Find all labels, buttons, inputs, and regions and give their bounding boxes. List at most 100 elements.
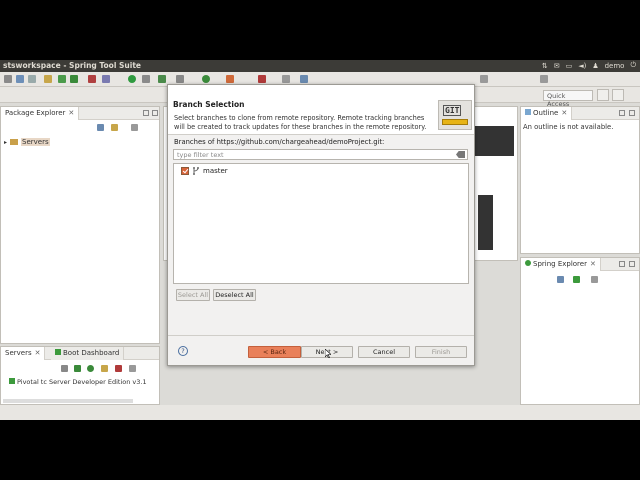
- finish-button[interactable]: Finish: [415, 346, 467, 358]
- servers-panel: Servers ✕ Boot Dashboard Pivotal tc Serve…: [0, 346, 160, 405]
- close-icon[interactable]: ✕: [561, 109, 567, 117]
- server-run-icon[interactable]: [87, 365, 94, 372]
- tab-servers[interactable]: Servers ✕: [1, 347, 46, 360]
- boot-icon[interactable]: [158, 75, 166, 83]
- view-menu-icon[interactable]: [131, 124, 138, 131]
- clear-filter-icon[interactable]: [456, 151, 465, 158]
- save-icon[interactable]: [16, 75, 24, 83]
- dialog-title: Branch Selection: [173, 100, 245, 109]
- new-class-icon[interactable]: [300, 75, 308, 83]
- branch-list: master: [173, 163, 469, 284]
- branch-row-master[interactable]: master: [181, 166, 228, 176]
- help-icon[interactable]: ?: [178, 346, 188, 356]
- server-menu-icon[interactable]: [129, 365, 136, 372]
- system-tray: ⇅ ✉ ▭ ◄) ♟ demo ⏻: [542, 61, 636, 70]
- servers-header: Servers ✕ Boot Dashboard: [1, 347, 159, 360]
- close-icon[interactable]: ✕: [68, 109, 74, 117]
- maximize-icon[interactable]: [629, 261, 635, 267]
- close-icon[interactable]: ✕: [35, 349, 41, 357]
- tree-item-label: Servers: [21, 138, 50, 146]
- open-type-icon[interactable]: [142, 75, 150, 83]
- maximize-icon[interactable]: [152, 110, 158, 116]
- volume-icon[interactable]: ◄): [578, 62, 586, 70]
- server-stop-icon[interactable]: [115, 365, 122, 372]
- package-icon[interactable]: [102, 75, 110, 83]
- close-icon[interactable]: ✕: [590, 260, 596, 268]
- spring-explorer-header: Spring Explorer ✕: [521, 258, 639, 271]
- tree-item-servers[interactable]: ▸ Servers: [4, 138, 50, 146]
- open-perspective-button[interactable]: [597, 89, 609, 101]
- nav-forward-icon[interactable]: [540, 75, 548, 83]
- run-last-icon[interactable]: [202, 75, 210, 83]
- tab-outline[interactable]: Outline ✕: [521, 107, 573, 120]
- battery-icon[interactable]: ▭: [566, 62, 573, 70]
- tab-package-explorer[interactable]: Package Explorer ✕: [1, 107, 80, 120]
- branch-checkbox[interactable]: [181, 167, 189, 175]
- boot-dashboard-tab-label: Boot Dashboard: [63, 349, 120, 357]
- branches-label: Branches of https://github.com/chargeahe…: [174, 138, 385, 146]
- title-bar: stsworkspace - Spring Tool Suite ⇅ ✉ ▭ ◄…: [0, 60, 640, 72]
- network-icon[interactable]: ⇅: [542, 62, 548, 70]
- spring-icon[interactable]: [128, 75, 136, 83]
- maximize-icon[interactable]: [629, 110, 635, 116]
- minimize-icon[interactable]: [619, 110, 625, 116]
- filter-icon[interactable]: [573, 276, 580, 283]
- back-button[interactable]: < Back: [248, 346, 301, 358]
- build-icon[interactable]: [44, 75, 52, 83]
- user-icon[interactable]: ♟: [592, 62, 598, 70]
- server-start-icon[interactable]: [74, 365, 81, 372]
- quick-access-input[interactable]: Quick Access: [543, 90, 593, 108]
- collapse-all-icon[interactable]: [557, 276, 564, 283]
- git-logo-icon: GIT: [438, 100, 472, 130]
- tools-icon[interactable]: [176, 75, 184, 83]
- server-debug-icon[interactable]: [61, 365, 68, 372]
- java-perspective-button[interactable]: [612, 89, 624, 101]
- filter-input[interactable]: type filter text: [173, 149, 468, 160]
- tab-spring-explorer[interactable]: Spring Explorer ✕: [521, 258, 601, 271]
- outline-message: An outline is not available.: [523, 123, 614, 131]
- outline-icon: [525, 109, 531, 115]
- editor-dark-strip: [478, 195, 493, 250]
- outline-tab-label: Outline: [533, 109, 559, 117]
- debug-icon[interactable]: [58, 75, 66, 83]
- expand-arrow-icon[interactable]: ▸: [4, 139, 7, 146]
- tab-boot-dashboard[interactable]: Boot Dashboard: [51, 347, 125, 360]
- server-icon: [9, 378, 15, 384]
- power-icon[interactable]: ⏻: [630, 61, 636, 70]
- select-all-button[interactable]: Select All: [176, 289, 210, 301]
- branch-icon: [192, 167, 200, 175]
- status-bar: [0, 405, 640, 420]
- stop-icon[interactable]: [88, 75, 96, 83]
- dialog-description: Select branches to clone from remote rep…: [174, 114, 427, 131]
- user-name[interactable]: demo: [605, 62, 625, 70]
- perspective-switcher: [597, 89, 624, 101]
- package-explorer-header: Package Explorer ✕: [1, 107, 159, 120]
- search-icon[interactable]: [282, 75, 290, 83]
- link-editor-icon[interactable]: [111, 124, 118, 131]
- minimize-icon[interactable]: [143, 110, 149, 116]
- outline-panel: Outline ✕ An outline is not available.: [520, 106, 640, 254]
- mail-icon[interactable]: ✉: [554, 62, 560, 70]
- external-tools-icon[interactable]: [226, 75, 234, 83]
- servers-scrollbar[interactable]: [3, 399, 133, 403]
- server-item-label: Pivotal tc Server Developer Edition v3.1: [17, 378, 147, 386]
- dialog-header: Branch Selection Select branches to clon…: [168, 85, 474, 135]
- terminate-icon[interactable]: [258, 75, 266, 83]
- collapse-all-icon[interactable]: [97, 124, 104, 131]
- nav-back-icon[interactable]: [480, 75, 488, 83]
- run-icon[interactable]: [70, 75, 78, 83]
- folder-icon: [10, 139, 19, 145]
- view-menu-icon[interactable]: [591, 276, 598, 283]
- branch-name: master: [203, 167, 228, 175]
- package-explorer-panel: Package Explorer ✕ ▸ Servers: [0, 106, 160, 344]
- filter-placeholder: type filter text: [177, 151, 224, 159]
- server-publish-icon[interactable]: [101, 365, 108, 372]
- deselect-all-button[interactable]: Deselect All: [213, 289, 256, 301]
- dialog-separator: [168, 335, 474, 336]
- git-logo-text: GIT: [443, 105, 462, 116]
- minimize-icon[interactable]: [619, 261, 625, 267]
- server-item[interactable]: Pivotal tc Server Developer Edition v3.1: [9, 378, 159, 386]
- cancel-button[interactable]: Cancel: [358, 346, 410, 358]
- print-icon[interactable]: [28, 75, 36, 83]
- new-icon[interactable]: [4, 75, 12, 83]
